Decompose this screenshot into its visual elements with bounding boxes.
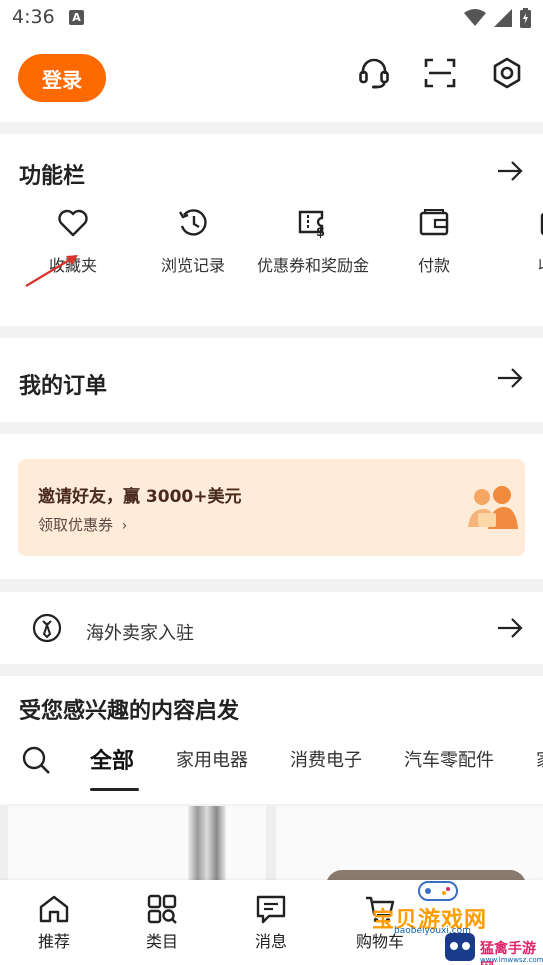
interests-section: 受您感兴趣的内容启发 全部 家用电器 消费电子 汽车零配件 家: [0, 676, 543, 804]
login-button[interactable]: 登录: [18, 54, 106, 102]
nav-label: 消息: [254, 932, 287, 951]
tab-consumer-electronics[interactable]: 消费电子: [290, 746, 362, 772]
promo-title: 邀请好友，赢 3000+美元: [38, 487, 242, 507]
seller-arrow-icon[interactable]: [497, 617, 523, 639]
function-item-coupons[interactable]: $ 优惠券和奖励金: [253, 206, 373, 277]
svg-text:$: $: [316, 225, 325, 240]
watermark-logo-icon: [445, 933, 475, 961]
seller-label: 海外卖家入驻: [86, 623, 194, 644]
function-item-receiving[interactable]: 收货: [494, 206, 543, 277]
battery-icon: [520, 8, 531, 28]
chevron-right-icon: ›: [121, 518, 128, 534]
tab-all[interactable]: 全部: [90, 743, 134, 775]
status-bar: 4:36 A: [0, 0, 543, 36]
signal-icon: [494, 9, 512, 27]
message-icon: [256, 895, 286, 924]
nav-label: 类目: [145, 932, 178, 951]
annotation-arrow: [25, 255, 78, 287]
status-icons: [464, 8, 531, 28]
function-item-label: 付款: [417, 256, 450, 275]
function-item-label: 优惠券和奖励金: [256, 256, 369, 275]
orders-card[interactable]: 我的订单: [0, 338, 543, 422]
scan-icon[interactable]: [423, 56, 457, 90]
category-icon: [147, 894, 177, 924]
promo-subtitle-text: 领取优惠券: [38, 516, 114, 534]
notification-icon: A: [69, 10, 84, 25]
product-card[interactable]: [8, 806, 266, 886]
promo-subtitle[interactable]: 领取优惠券 ›: [38, 514, 127, 535]
nav-messages[interactable]: 消息: [231, 894, 311, 952]
history-icon: [178, 209, 207, 236]
package-icon: [540, 212, 543, 236]
function-item-label: 收货: [494, 254, 543, 277]
settings-icon[interactable]: [490, 56, 524, 90]
nav-categories[interactable]: 类目: [122, 894, 202, 952]
tab-more[interactable]: 家: [536, 746, 543, 772]
function-bar-card: 功能栏 收藏夹 浏览记录 $ 优惠券和奖励金 付款: [0, 134, 543, 326]
nav-recommend[interactable]: 推荐: [14, 894, 94, 952]
orders-title: 我的订单: [19, 374, 108, 399]
function-item-label: 浏览记录: [160, 256, 225, 275]
invite-friends-banner[interactable]: 邀请好友，赢 3000+美元 领取优惠券 ›: [18, 459, 525, 556]
nav-label: 推荐: [37, 932, 70, 951]
account-header: 登录: [0, 36, 543, 122]
headset-icon[interactable]: [357, 56, 391, 90]
tab-home-appliances[interactable]: 家用电器: [176, 746, 248, 772]
badge-icon: [32, 613, 62, 643]
search-icon[interactable]: [20, 744, 52, 776]
app-screen: 4:36 A 登录 功能栏 收藏夹 浏览记录 $ 优惠券和奖励金 付款 我的订单…: [0, 0, 543, 965]
status-time: 4:36: [12, 6, 55, 28]
watermark: 宝贝游戏网 baobeiyouxi.com 猛禽手游网 www.lmwwsz.c…: [372, 872, 543, 965]
product-image: [188, 806, 226, 886]
orders-arrow-icon[interactable]: [497, 367, 523, 389]
function-bar-arrow-icon[interactable]: [497, 160, 523, 182]
interests-title: 受您感兴趣的内容启发: [19, 699, 240, 724]
seller-card[interactable]: 海外卖家入驻: [0, 592, 543, 664]
function-item-history[interactable]: 浏览记录: [133, 206, 253, 277]
function-bar-title: 功能栏: [19, 164, 86, 189]
active-tab-indicator: [90, 788, 139, 791]
coupon-icon: $: [298, 210, 325, 240]
watermark-url: www.lmwwsz.com: [480, 956, 543, 964]
gamepad-icon: [418, 881, 458, 901]
wallet-icon: [419, 209, 449, 236]
category-tabs: 全部 家用电器 消费电子 汽车零配件 家: [0, 736, 543, 794]
tab-auto-parts[interactable]: 汽车零配件: [404, 746, 494, 772]
friends-illustration-icon: [468, 486, 518, 529]
home-icon: [39, 895, 69, 923]
wifi-icon: [464, 9, 486, 26]
function-item-payment[interactable]: 付款: [374, 206, 494, 277]
